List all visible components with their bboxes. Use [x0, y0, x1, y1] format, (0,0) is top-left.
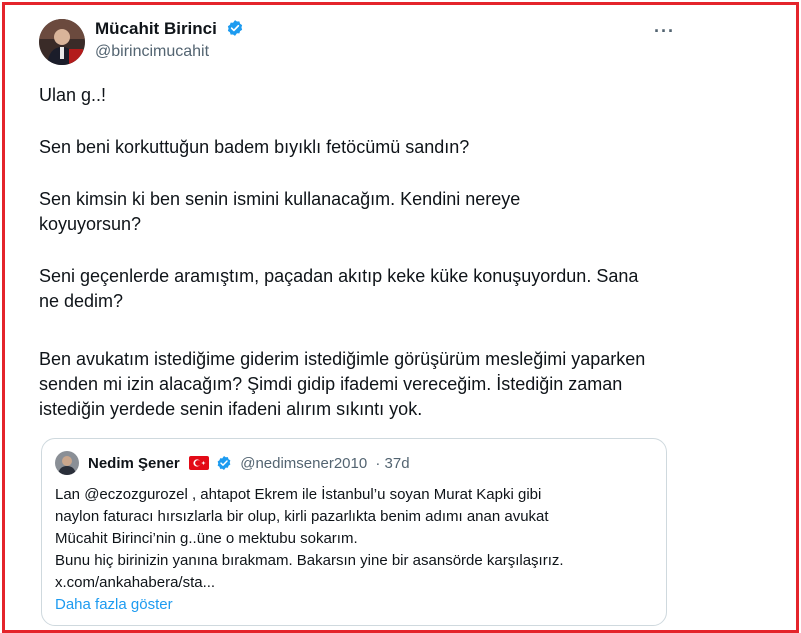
tweet-paragraph: Seni geçenlerde aramıştım, paçadan akıtı…: [39, 266, 639, 311]
tweet-header: Mücahit Birinci @birincimucahit ···: [35, 15, 675, 75]
verified-badge-icon: [226, 19, 244, 42]
quoted-author-row[interactable]: Nedim Şener @nedimsener2010 · 37d: [88, 455, 410, 475]
quoted-author-avatar[interactable]: [55, 451, 79, 475]
author-name[interactable]: Mücahit Birinci: [95, 19, 217, 38]
tweet-paragraph: Sen kimsin ki ben senin ismini kullanaca…: [39, 189, 521, 234]
more-options-icon[interactable]: ···: [654, 21, 675, 42]
author-avatar[interactable]: [39, 19, 85, 65]
quoted-tweet[interactable]: Nedim Şener @nedimsener2010 · 37d Lan @e…: [41, 438, 667, 626]
quoted-line: Mücahit Birinci’nin g..üne o mektubu sok…: [55, 530, 358, 547]
quoted-line: naylon faturacı hırsızlarla bir olup, ki…: [55, 508, 549, 525]
author-handle[interactable]: @birincimucahit: [95, 43, 209, 61]
quoted-author-name[interactable]: Nedim Şener: [88, 455, 180, 472]
quoted-author-handle[interactable]: @nedimsener2010: [240, 455, 367, 472]
quoted-line: Lan @eczozgurozel , ahtapot Ekrem ile İs…: [55, 486, 542, 503]
quoted-link[interactable]: x.com/ankahabera/sta...: [55, 572, 653, 594]
tweet-paragraph: Sen beni korkuttuğun badem bıyıklı fetöc…: [39, 137, 470, 157]
author-name-row[interactable]: Mücahit Birinci: [95, 19, 244, 42]
quoted-tweet-text: Lan @eczozgurozel , ahtapot Ekrem ile İs…: [55, 484, 653, 594]
turkey-flag-icon: [188, 456, 209, 474]
tweet-card: Mücahit Birinci @birincimucahit ··· Ulan…: [2, 2, 799, 633]
verified-badge-icon: [216, 455, 232, 475]
tweet-paragraph: Ulan g..!: [39, 85, 107, 105]
tweet-paragraph: Ben avukatım istediğime giderim istediği…: [39, 349, 646, 419]
quoted-timestamp[interactable]: · 37d: [375, 455, 409, 472]
show-more-link[interactable]: Daha fazla göster: [55, 596, 173, 613]
quoted-line: Bunu hiç birinizin yanına bırakmam. Baka…: [55, 552, 564, 569]
